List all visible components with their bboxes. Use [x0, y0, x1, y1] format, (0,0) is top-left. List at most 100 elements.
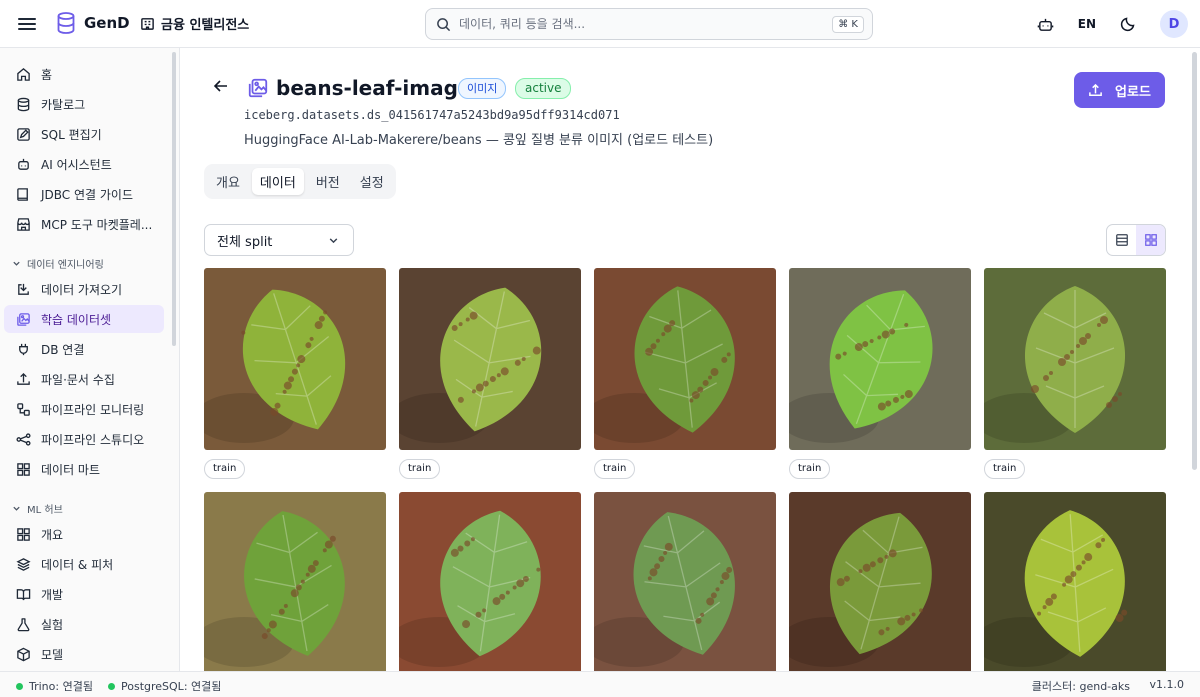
image-card[interactable]: train [204, 268, 386, 479]
image-card[interactable]: train [789, 492, 971, 671]
sidebar-scrollbar[interactable] [172, 52, 176, 346]
split-tag: train [399, 459, 441, 479]
image-thumbnail[interactable] [399, 268, 581, 450]
sidebar-item-pipeline-monitoring[interactable]: 파이프라인 모니터링 [4, 395, 164, 423]
split-tag: train [594, 459, 636, 479]
page-title: beans-leaf-images [276, 76, 484, 100]
tab-bar: 개요 데이터 버전 설정 [204, 164, 396, 199]
image-card[interactable]: train [984, 268, 1166, 479]
image-thumbnail[interactable] [984, 492, 1166, 671]
dataset-id: iceberg.datasets.ds_041561747a5243bd9a95… [244, 108, 620, 122]
image-thumbnail[interactable] [399, 492, 581, 671]
sidebar-item-catalog[interactable]: 카탈로그 [4, 90, 164, 118]
upload-icon [17, 372, 30, 385]
sidebar-item-data-mart[interactable]: 데이터 마트 [4, 455, 164, 483]
database-icon [17, 97, 30, 111]
tab-data[interactable]: 데이터 [251, 168, 304, 195]
sidebar-item-training-dataset[interactable]: 학습 데이터셋 [4, 305, 164, 333]
sidebar-item-experiments[interactable]: 실험 [4, 610, 164, 638]
book-icon [17, 187, 28, 201]
image-thumbnail[interactable] [594, 492, 776, 671]
search-input[interactable] [459, 17, 833, 31]
status-bar: Trino: 연결됨 PostgreSQL: 연결됨 클러스터: gend-ak… [0, 671, 1200, 697]
avatar[interactable]: D [1160, 10, 1188, 38]
image-thumbnail[interactable] [789, 268, 971, 450]
chevron-down-icon [13, 261, 20, 266]
list-view-button[interactable] [1107, 225, 1136, 255]
image-card[interactable]: train [594, 492, 776, 671]
image-card[interactable]: train [204, 492, 386, 671]
upload-icon [1089, 83, 1102, 96]
language-toggle[interactable]: EN [1078, 17, 1096, 31]
sidebar-item-home[interactable]: 홈 [4, 60, 164, 88]
grid-icon [17, 527, 30, 541]
menu-icon[interactable] [18, 15, 36, 33]
sidebar-item-data-import[interactable]: 데이터 가져오기 [4, 275, 164, 303]
box-icon [17, 647, 30, 661]
image-card[interactable]: train [399, 492, 581, 671]
image-thumbnail[interactable] [204, 268, 386, 450]
tab-overview[interactable]: 개요 [208, 168, 248, 195]
plug-icon [19, 343, 28, 355]
view-toggle [1106, 224, 1166, 256]
sidebar-item-file-collection[interactable]: 파일·문서 수집 [4, 365, 164, 393]
sidebar-item-db-connection[interactable]: DB 연결 [4, 335, 164, 363]
status-badge: active [515, 78, 572, 99]
org-switcher[interactable]: 금융 인텔리전스 [140, 14, 249, 33]
status-dot [16, 682, 23, 690]
upload-button[interactable]: 업로드 [1074, 72, 1165, 108]
grid-icon [17, 462, 30, 476]
type-badge: 이미지 [458, 78, 507, 99]
main-scrollbar[interactable] [1192, 52, 1197, 470]
tab-settings[interactable]: 설정 [352, 168, 392, 195]
bot-icon[interactable] [1032, 10, 1060, 38]
chevron-down-icon [13, 506, 20, 511]
moon-icon[interactable] [1114, 10, 1142, 38]
split-tag: train [984, 459, 1026, 479]
image-card[interactable]: train [984, 492, 1166, 671]
sidebar-item-ai-assistant[interactable]: AI 어시스턴트 [4, 150, 164, 178]
images-icon [248, 78, 268, 98]
sidebar-item-data-features[interactable]: 데이터 & 피처 [4, 550, 164, 578]
sidebar-item-pipeline-studio[interactable]: 파이프라인 스튜디오 [4, 425, 164, 453]
image-card[interactable]: train [399, 268, 581, 479]
split-tag: train [204, 459, 246, 479]
sidebar-section-data-engineering[interactable]: 데이터 엔지니어링 [12, 256, 104, 271]
sidebar-item-overview[interactable]: 개요 [4, 520, 164, 548]
sidebar-section-ml-hub[interactable]: ML 허브 [12, 501, 63, 516]
book-open-icon [16, 588, 31, 600]
grid-view-button[interactable] [1136, 225, 1165, 255]
back-arrow-icon[interactable] [213, 78, 233, 98]
chevron-down-icon [329, 237, 338, 243]
store-icon [17, 217, 30, 231]
tab-versions[interactable]: 버전 [308, 168, 348, 195]
home-icon [17, 67, 30, 81]
edit-icon [17, 127, 30, 141]
org-name: 금융 인텔리전스 [161, 18, 250, 33]
sidebar-item-sql-editor[interactable]: SQL 편집기 [4, 120, 164, 148]
sidebar-item-mcp-marketplace[interactable]: MCP 도구 마켓플레... [4, 210, 164, 238]
sidebar-item-jdbc-guide[interactable]: JDBC 연결 가이드 [4, 180, 164, 208]
image-thumbnail[interactable] [204, 492, 386, 671]
sidebar: 홈 카탈로그 SQL 편집기 AI 어시스턴트 JDBC 연결 가이드 MCP … [0, 48, 180, 671]
nodes-icon [16, 432, 31, 446]
top-bar: GenD 금융 인텔리전스 ⌘ K EN D [0, 0, 1200, 48]
image-card[interactable]: train [594, 268, 776, 479]
bot-icon [18, 158, 29, 170]
workflow-icon [17, 402, 30, 416]
brand[interactable]: GenD [56, 12, 130, 34]
split-select[interactable]: 전체 split [204, 224, 354, 256]
building-icon [141, 18, 154, 30]
cluster-name: 클러스터: gend-aks [1031, 680, 1130, 693]
image-thumbnail[interactable] [594, 268, 776, 450]
brand-name: GenD [84, 14, 130, 32]
sidebar-item-models[interactable]: 모델 [4, 640, 164, 668]
list-icon [1115, 234, 1128, 246]
sidebar-item-development[interactable]: 개발 [4, 580, 164, 608]
global-search[interactable]: ⌘ K [425, 8, 873, 40]
layers-icon [16, 557, 31, 571]
image-card[interactable]: train [789, 268, 971, 479]
image-thumbnail[interactable] [789, 492, 971, 671]
search-shortcut: ⌘ K [832, 15, 864, 33]
image-thumbnail[interactable] [984, 268, 1166, 450]
